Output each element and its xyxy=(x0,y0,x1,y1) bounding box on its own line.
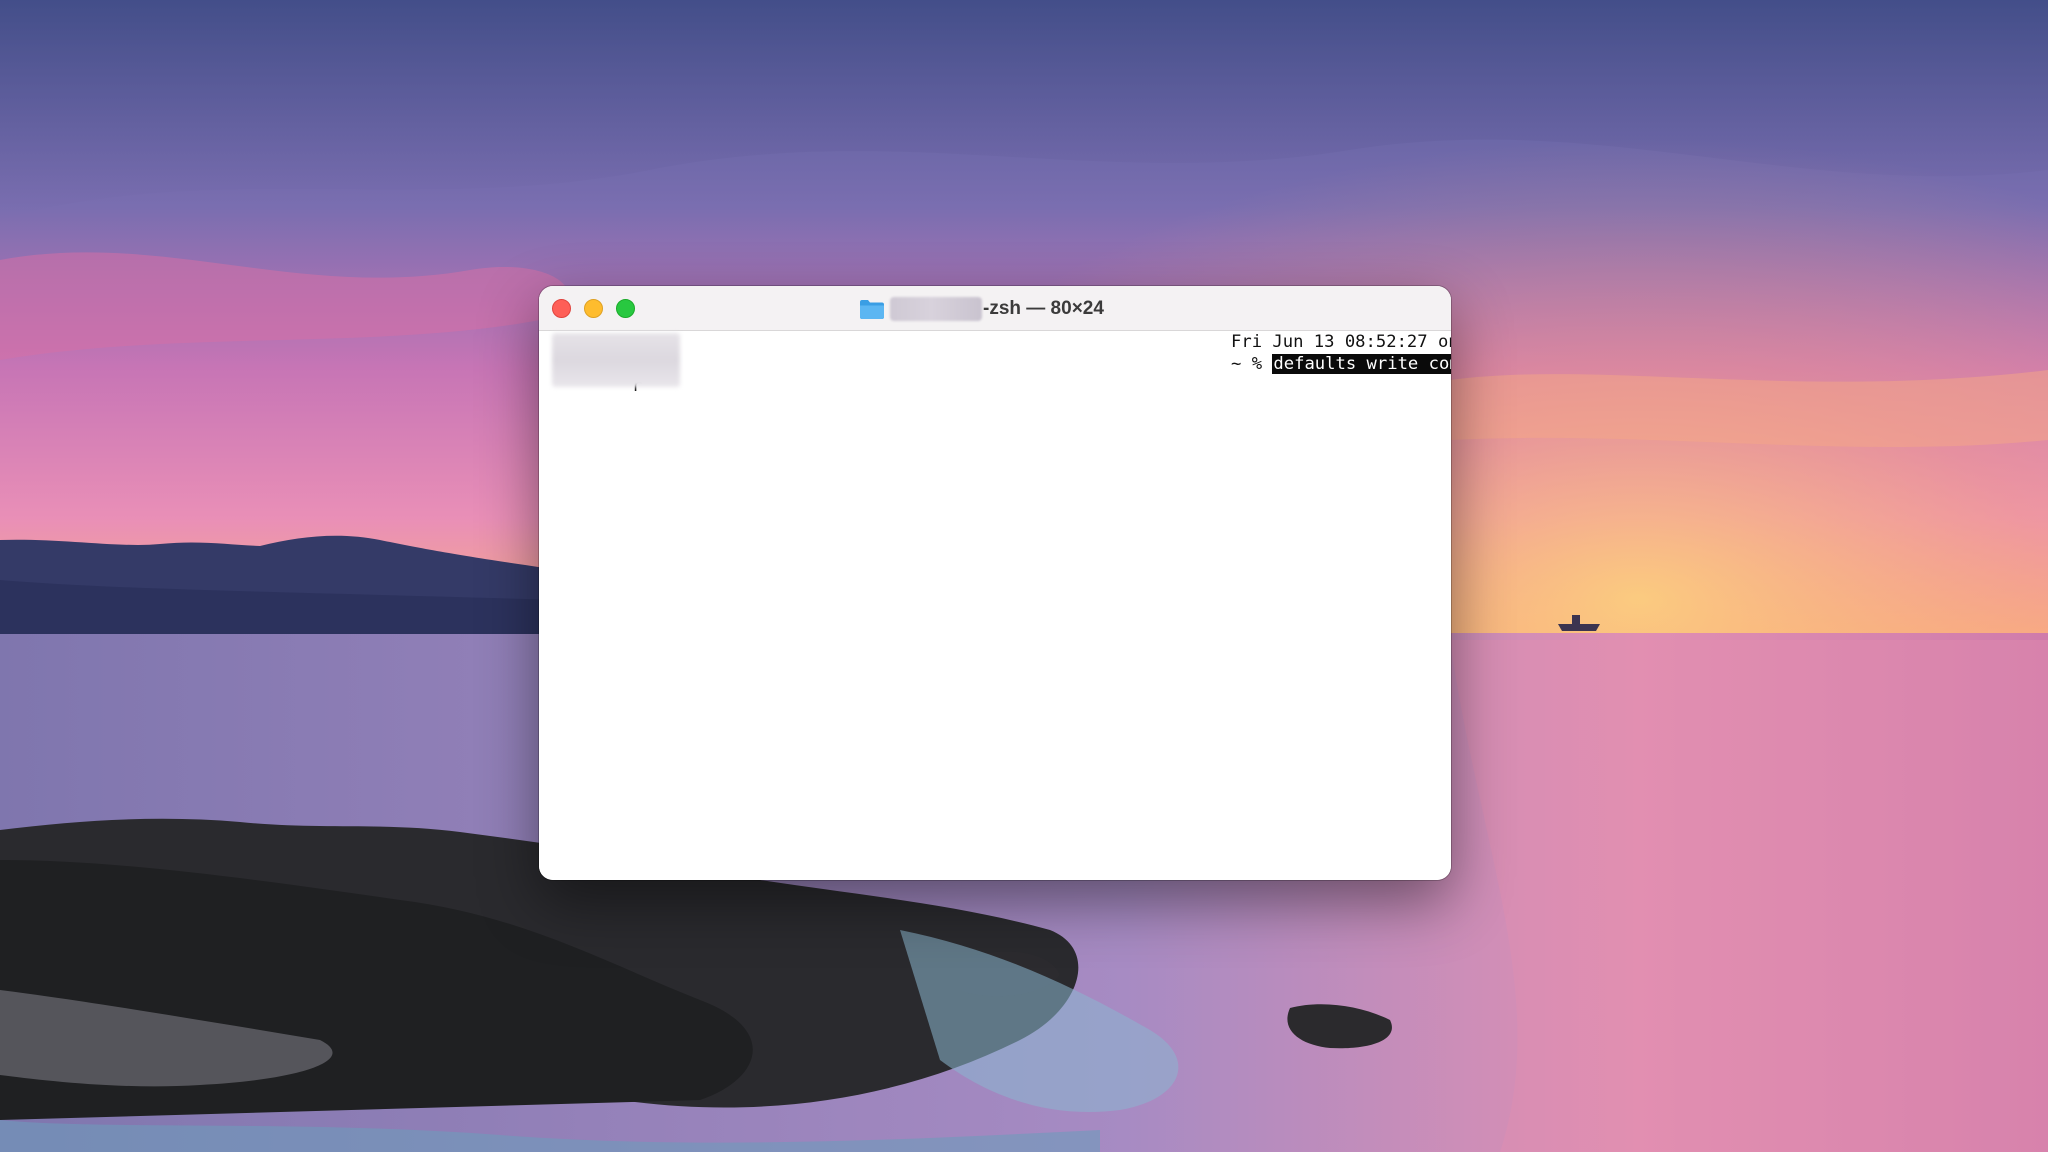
window-title: -zsh — 80×24 xyxy=(859,286,1104,331)
zoom-button[interactable] xyxy=(616,299,635,318)
prompt: ~ % defaults write com.apple.screencaptu… xyxy=(1231,353,1451,375)
prompt-symbol: ~ % xyxy=(1231,354,1273,374)
redacted-username xyxy=(552,333,680,387)
folder-icon xyxy=(860,299,884,319)
terminal-content[interactable]: L Fri Jun 13 08:52:27 on ttys000 r ~ % d… xyxy=(539,331,1451,880)
window-title-text: -zsh — 80×24 xyxy=(983,297,1104,319)
minimize-button[interactable] xyxy=(584,299,603,318)
close-button[interactable] xyxy=(552,299,571,318)
titlebar[interactable]: -zsh — 80×24 xyxy=(539,286,1451,331)
redacted-title-segment xyxy=(890,296,982,321)
desktop: -zsh — 80×24 L Fri Jun 13 08:52:27 on tt… xyxy=(0,0,2048,1152)
selected-command[interactable]: defaults write com.apple.screencapture t… xyxy=(1272,354,1451,374)
login-timestamp: Fri Jun 13 08:52:27 on ttys000 xyxy=(1231,332,1451,352)
terminal-window[interactable]: -zsh — 80×24 L Fri Jun 13 08:52:27 on tt… xyxy=(539,286,1451,880)
